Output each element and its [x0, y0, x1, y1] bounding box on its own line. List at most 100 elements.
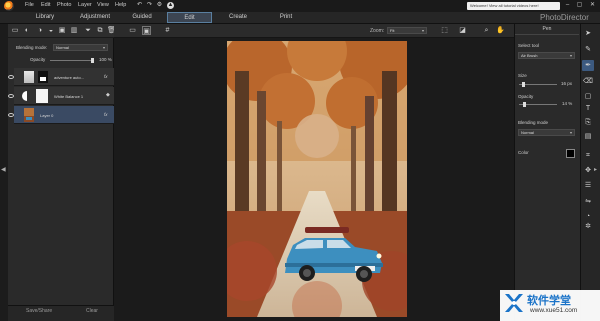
pen-panel	[514, 24, 580, 321]
pen-icon[interactable]: ✒	[582, 60, 594, 71]
crop-view-icon[interactable]: ⬚	[440, 26, 449, 35]
opacity-slider[interactable]	[50, 60, 92, 61]
blending-mode-value: Normal	[56, 45, 69, 50]
tab-library[interactable]: Library	[30, 12, 60, 23]
redo-icon[interactable]: ↷	[146, 2, 153, 9]
pen-opacity-label: Opacity	[518, 94, 534, 99]
select-tool-dropdown[interactable]: Air Brush ▾	[518, 52, 575, 59]
transform-icon[interactable]: ✥	[582, 165, 594, 176]
layer-row[interactable]: adventure auto... fx	[8, 68, 114, 86]
view-single-icon[interactable]: ▭	[128, 26, 137, 35]
eye-icon[interactable]	[8, 75, 14, 79]
selection-brush-icon[interactable]: ✎	[582, 44, 594, 55]
blending-mode-select[interactable]: Normal ▾	[53, 44, 108, 51]
pen-opacity-slider-knob[interactable]	[522, 102, 526, 107]
chevron-down-icon: ▾	[569, 130, 572, 135]
select-tool-value: Air Brush	[521, 53, 538, 58]
left-panel-footer	[8, 305, 114, 321]
view-compare-icon[interactable]: ▣	[142, 26, 151, 35]
menu-edit[interactable]: Edit	[41, 2, 50, 8]
pen-blending-value: Normal	[521, 130, 534, 135]
layer-row[interactable]: Layer 0 fx	[8, 106, 114, 124]
tab-guided[interactable]: Guided	[128, 12, 156, 23]
size-label: Size	[518, 73, 527, 78]
clear-button[interactable]: Clear	[86, 308, 98, 314]
opacity-label: Opacity	[30, 57, 46, 62]
crop-icon[interactable]: ⌗	[582, 150, 594, 161]
hand-icon[interactable]: ✋	[496, 26, 505, 35]
gradient-icon[interactable]: ▤	[582, 131, 594, 142]
zoom-value: Fit	[390, 28, 395, 33]
watermark-logo-icon	[503, 292, 525, 314]
layer-thumbnail	[24, 108, 34, 122]
mask-icon[interactable]: ◒	[47, 27, 55, 35]
eye-icon[interactable]	[8, 113, 14, 117]
pen-opacity-value: 14 %	[562, 101, 573, 106]
menu-help[interactable]: Help	[115, 2, 126, 8]
zoom-select[interactable]: Fit ▾	[387, 27, 427, 34]
adjustments-icon[interactable]: ☰	[582, 180, 594, 191]
welcome-banner[interactable]: Welcome! View all tutorial videos here!	[467, 2, 560, 10]
chevron-down-icon: ▾	[421, 28, 424, 33]
size-value: 16 px	[561, 81, 573, 86]
eye-icon[interactable]	[8, 94, 14, 98]
collapse-left-icon[interactable]: ◀	[1, 166, 6, 173]
tab-print[interactable]: Print	[274, 12, 298, 23]
filter-icon[interactable]: ⏷	[84, 27, 92, 35]
chevron-down-icon: ▾	[569, 53, 572, 58]
flip-icon[interactable]: ⇋	[582, 196, 594, 207]
tab-adjustment[interactable]: Adjustment	[75, 12, 115, 23]
menu-layer[interactable]: Layer	[78, 2, 92, 8]
pointer-icon[interactable]: ➤	[582, 28, 594, 39]
settings-icon[interactable]: ⚙	[156, 2, 163, 9]
clone-icon[interactable]: ⎘	[582, 117, 594, 128]
app-logo-icon	[4, 1, 14, 11]
save-share-button[interactable]: Save/Share	[26, 308, 52, 314]
tab-edit[interactable]: Edit	[167, 12, 212, 23]
fx-icon[interactable]: fx	[104, 74, 108, 79]
menu-photo[interactable]: Photo	[57, 2, 71, 8]
layer-mask-thumbnail	[38, 71, 48, 83]
adjustment-layer-icon[interactable]: ◑	[36, 27, 44, 35]
tab-create[interactable]: Create	[224, 12, 252, 23]
arrange-icon[interactable]: ▥	[70, 27, 78, 35]
chevron-down-icon: ▾	[102, 45, 105, 50]
canvas-toolbar	[114, 24, 514, 38]
layer-name: Layer 0	[40, 113, 54, 118]
compare-icon[interactable]: ◪	[458, 26, 467, 35]
grid-icon[interactable]: #	[163, 26, 172, 35]
color-swatch[interactable]	[566, 149, 575, 158]
frame-layer-icon[interactable]: ▣	[58, 27, 66, 35]
layer-name: adventure auto...	[54, 75, 85, 80]
color-label: Color	[518, 150, 529, 155]
undo-icon[interactable]: ↶	[136, 2, 143, 9]
add-photo-layer-icon[interactable]: ◐	[23, 27, 31, 35]
watermark-url: www.xue51.com	[530, 307, 578, 314]
layer-row[interactable]: White Balance 1 ◆	[8, 87, 114, 105]
opacity-value: 100 %	[99, 57, 112, 62]
menu-file[interactable]: File	[25, 2, 34, 8]
fx-icon[interactable]: fx	[104, 112, 108, 117]
zoom-icon[interactable]: ⌕	[482, 26, 491, 35]
shape-icon[interactable]: ▢	[582, 91, 594, 102]
opacity-slider-knob[interactable]	[90, 58, 94, 63]
close-icon[interactable]: ✕	[588, 1, 597, 10]
new-layer-icon[interactable]: ▭	[11, 27, 19, 35]
watermark-title: 软件学堂	[527, 295, 571, 307]
pen-blending-label: Blending mode	[518, 120, 549, 125]
adjustment-settings-icon[interactable]: ◆	[106, 92, 110, 98]
merge-icon[interactable]: ⧉	[96, 27, 104, 35]
maximize-icon[interactable]: ▢	[575, 1, 584, 10]
minimize-icon[interactable]: –	[563, 1, 572, 10]
text-icon[interactable]: T	[582, 103, 594, 114]
upgrade-icon[interactable]: ▲	[167, 2, 174, 9]
photo-canvas[interactable]	[227, 41, 407, 317]
settings-icon[interactable]: ✲	[582, 221, 594, 232]
eraser-icon[interactable]: ⌫	[582, 76, 594, 87]
collapse-right-icon[interactable]: ▸	[594, 166, 597, 173]
layer-thumbnail	[24, 71, 34, 83]
menu-view[interactable]: View	[97, 2, 109, 8]
pen-blending-select[interactable]: Normal ▾	[518, 129, 575, 136]
divider	[515, 34, 579, 35]
size-slider-knob[interactable]	[522, 82, 526, 87]
